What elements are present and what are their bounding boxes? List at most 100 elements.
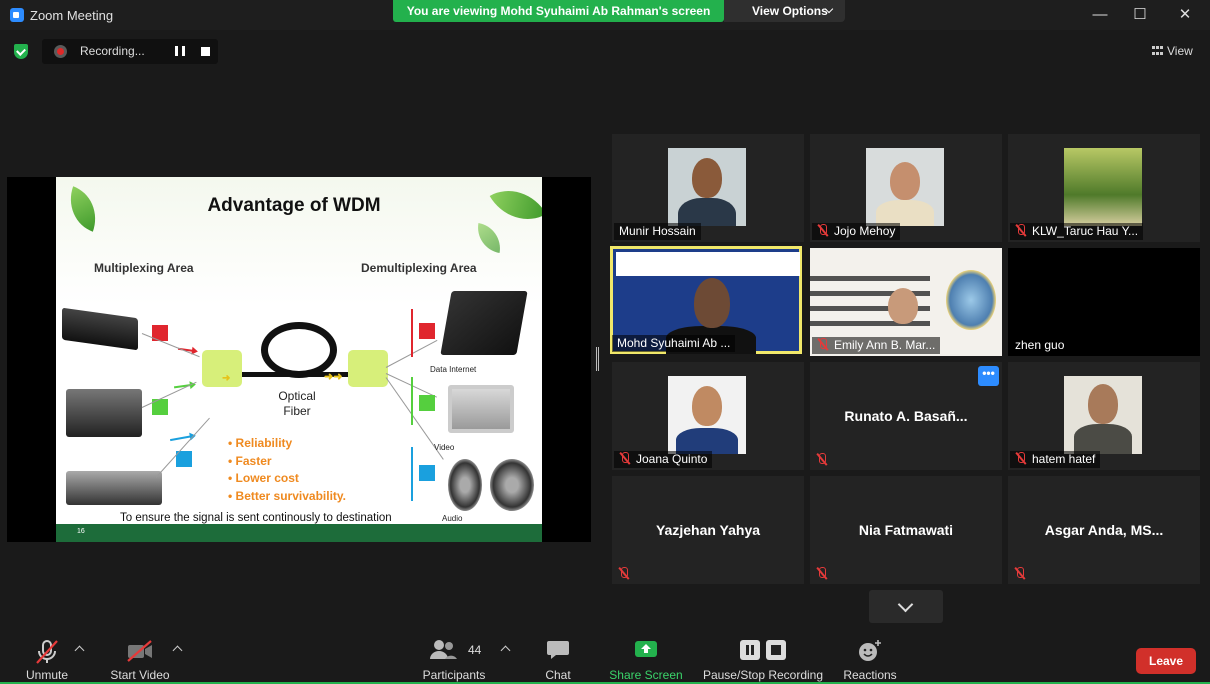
participant-name-tag: Joana Quinto <box>614 451 713 468</box>
muted-microphone-icon <box>36 640 58 664</box>
participant-name: hatem hatef <box>1032 452 1096 466</box>
recording-indicator: Recording... <box>42 39 218 64</box>
fiber-label-line2: Fiber <box>283 404 311 418</box>
data-internet-label: Data Internet <box>430 365 477 374</box>
participant-name: Runato A. Basañ... <box>844 408 968 424</box>
slide-footer-bar <box>56 524 542 542</box>
chat-button[interactable]: Chat <box>532 629 584 684</box>
participants-count: 44 <box>468 643 482 657</box>
view-button[interactable]: View <box>1146 40 1200 62</box>
maximize-button[interactable]: ☐ <box>1125 4 1155 26</box>
slide-footnote: To ensure the signal is sent continously… <box>120 512 392 524</box>
connector-line <box>141 381 197 408</box>
muted-mic-icon <box>618 567 630 580</box>
chevron-up-icon[interactable] <box>500 645 511 656</box>
participant-video <box>866 148 944 226</box>
more-options-button[interactable]: ••• <box>978 366 999 386</box>
ethernet-device <box>62 307 138 351</box>
participant-name: KLW_Taruc Hau Y... <box>1032 224 1139 238</box>
grid-icon <box>1152 46 1163 56</box>
pause-stop-label: Pause/Stop Recording <box>702 668 824 682</box>
recording-dot-icon <box>54 45 67 58</box>
bullet-item: • Faster <box>228 453 272 468</box>
muted-mic-icon <box>1015 224 1027 237</box>
participant-tile[interactable]: ••• Runato A. Basañ... <box>810 362 1002 470</box>
leaf-decoration <box>473 222 505 254</box>
participant-tile[interactable]: zhen guo <box>1008 248 1200 356</box>
slide-title: Advantage of WDM <box>207 195 381 216</box>
participant-tile[interactable]: Yazjehan Yahya <box>612 476 804 584</box>
bullet-item: • Lower cost <box>228 471 299 485</box>
blue-signal-square <box>419 465 435 481</box>
audio-label: Audio <box>442 514 463 523</box>
active-speaker-tile[interactable]: Mohd Syuhaimi Ab ... <box>610 246 802 354</box>
participant-name: Jojo Mehoy <box>834 224 896 238</box>
meeting-toolbar: Unmute Start Video 44 Participants Chat <box>0 629 1210 684</box>
zoom-logo-icon <box>10 8 24 22</box>
participant-head <box>888 288 918 324</box>
resize-splitter[interactable] <box>596 347 599 371</box>
chevron-up-icon[interactable] <box>172 645 183 656</box>
speaker-head <box>694 278 730 328</box>
slide-page-number: 16 <box>77 528 85 535</box>
participant-video <box>668 148 746 226</box>
sharing-banner: You are viewing Mohd Syuhaimi Ab Rahman'… <box>393 0 724 22</box>
speaker-device <box>490 459 534 511</box>
view-options-button[interactable]: View Options <box>724 0 845 22</box>
view-button-label: View <box>1167 44 1193 58</box>
minimize-button[interactable]: — <box>1085 4 1115 26</box>
chat-bubble-icon <box>547 641 569 659</box>
close-button[interactable]: ✕ <box>1170 4 1200 26</box>
red-signal-square <box>419 323 435 339</box>
encryption-shield-icon[interactable] <box>14 44 28 59</box>
participant-tile[interactable]: hatem hatef <box>1008 362 1200 470</box>
participants-label: Participants <box>422 668 486 682</box>
participant-tile[interactable]: Jojo Mehoy <box>810 134 1002 242</box>
chat-label: Chat <box>545 668 571 682</box>
laptop-device <box>440 291 528 355</box>
pause-stop-icon <box>740 640 786 660</box>
reactions-icon <box>859 640 881 661</box>
share-screen-button[interactable]: Share Screen <box>606 629 686 684</box>
participant-tile[interactable]: Joana Quinto <box>612 362 804 470</box>
participant-tile[interactable]: Munir Hossain <box>612 134 804 242</box>
stop-recording-icon[interactable] <box>201 47 210 56</box>
participant-name: Emily Ann B. Mar... <box>834 338 936 352</box>
pause-recording-icon[interactable] <box>175 46 185 56</box>
participant-name: Nia Fatmawati <box>858 522 954 538</box>
participant-tile[interactable]: Nia Fatmawati <box>810 476 1002 584</box>
advantages-list: • Reliability • Faster • Lower cost • Be… <box>228 435 346 505</box>
next-page-button[interactable] <box>869 590 943 623</box>
participant-tile[interactable]: Asgar Anda, MS... <box>1008 476 1200 584</box>
conference-banner <box>616 252 800 276</box>
participant-name-tag: hatem hatef <box>1010 451 1101 468</box>
participant-tile[interactable]: KLW_Taruc Hau Y... <box>1008 134 1200 242</box>
yellow-arrow-icon: ➜ <box>222 373 231 384</box>
demultiplexer-box <box>348 350 388 387</box>
blue-signal-square <box>176 451 192 467</box>
muted-mic-icon <box>1015 452 1027 465</box>
participant-tile[interactable]: Emily Ann B. Mar... <box>810 248 1002 356</box>
participant-video <box>1064 376 1142 454</box>
red-divider <box>411 309 413 357</box>
green-divider <box>411 377 413 425</box>
muted-mic-icon <box>816 453 828 466</box>
unmute-button[interactable]: Unmute <box>16 629 78 684</box>
start-video-button[interactable]: Start Video <box>106 629 174 684</box>
connector-line <box>155 417 210 478</box>
participant-name: Munir Hossain <box>614 223 701 240</box>
leave-button[interactable]: Leave <box>1136 648 1196 674</box>
fiber-label-line1: Optical <box>278 389 316 403</box>
reactions-label: Reactions <box>843 668 897 682</box>
participant-name: Mohd Syuhaimi Ab ... <box>612 335 736 352</box>
participant-name: zhen guo <box>1010 337 1070 354</box>
participant-name-tag: KLW_Taruc Hau Y... <box>1010 223 1144 240</box>
presentation-slide: Advantage of WDM Multiplexing Area Demul… <box>56 177 542 542</box>
pause-stop-recording-button[interactable]: Pause/Stop Recording <box>700 629 826 684</box>
muted-mic-icon <box>817 338 829 351</box>
shared-screen: Advantage of WDM Multiplexing Area Demul… <box>7 177 591 542</box>
participants-button[interactable]: 44 Participants <box>418 629 490 684</box>
muted-mic-icon <box>817 224 829 237</box>
blue-divider <box>411 447 413 501</box>
reactions-button[interactable]: Reactions <box>838 629 902 684</box>
